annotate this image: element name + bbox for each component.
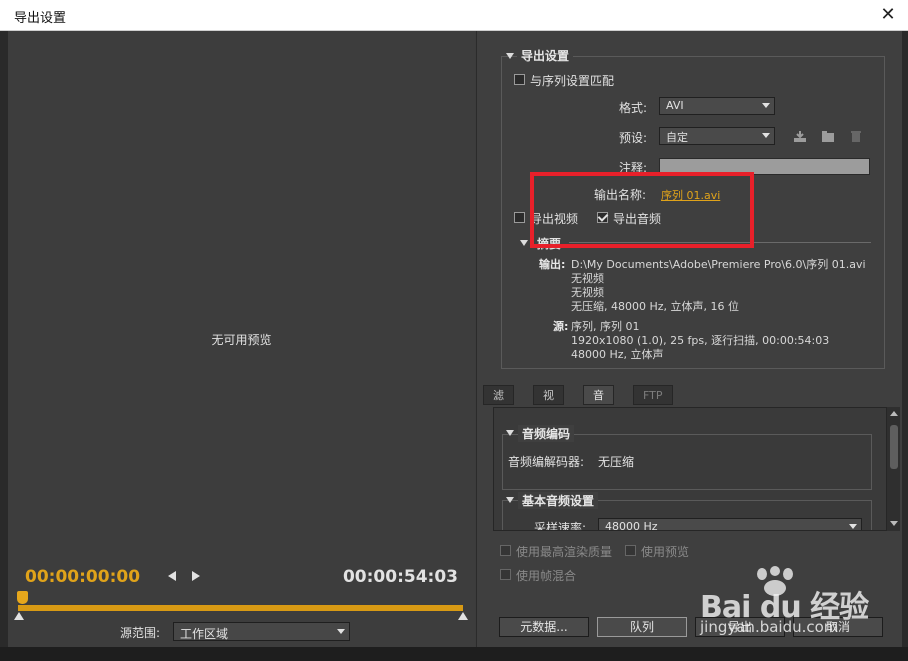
chevron-down-icon xyxy=(337,629,345,634)
export-settings-dialog: 导出设置 ✕ 无可用预览 00:00:00:00 00:00:54:03 源范围… xyxy=(0,0,908,661)
format-select[interactable]: AVI xyxy=(659,97,775,115)
audio-codec-value: 无压缩 xyxy=(598,455,635,469)
frame-blending-checkbox[interactable] xyxy=(500,569,511,580)
export-settings-title: 导出设置 xyxy=(517,47,574,64)
summary-output-line: D:\My Documents\Adobe\Premiere Pro\6.0\序… xyxy=(571,258,866,271)
summary-source-key: 源: xyxy=(553,320,569,333)
max-render-quality-label: 使用最高渲染质量 xyxy=(516,545,613,559)
frame-right xyxy=(902,31,908,661)
frame-blending-label: 使用帧混合 xyxy=(516,569,577,583)
no-preview-text: 无可用预览 xyxy=(211,333,272,347)
collapse-audio-codec-icon[interactable] xyxy=(506,430,514,436)
tab-audio[interactable]: 音频 xyxy=(583,385,614,421)
chevron-down-icon xyxy=(762,103,770,108)
scroll-up-icon[interactable] xyxy=(890,411,898,416)
set-out-point-icon[interactable] xyxy=(192,571,200,581)
audio-tab-panel: 音频编码 音频编解码器: 无压缩 基本音频设置 采样速率: 48000 Hz xyxy=(493,407,887,531)
preset-label: 预设: xyxy=(619,131,648,145)
baidu-watermark-url: jingyan.baidu.com xyxy=(700,618,839,636)
timecode-start[interactable]: 00:00:00:00 xyxy=(25,567,140,587)
playhead-handle[interactable] xyxy=(17,591,28,604)
audio-codec-label: 音频编解码器: xyxy=(508,455,585,469)
window-title: 导出设置 xyxy=(14,11,67,26)
title-bar: 导出设置 ✕ xyxy=(0,0,908,31)
export-video-checkbox[interactable] xyxy=(514,212,525,223)
match-sequence-checkbox[interactable] xyxy=(514,74,525,85)
scroll-thumb[interactable] xyxy=(890,425,898,469)
match-sequence-label: 与序列设置匹配 xyxy=(530,74,615,88)
preview-panel: 无可用预览 00:00:00:00 00:00:54:03 源范围: 工作区域 xyxy=(8,31,475,647)
close-icon[interactable]: ✕ xyxy=(868,0,908,31)
queue-button[interactable]: 队列 xyxy=(597,617,687,637)
source-range-value: 工作区域 xyxy=(180,627,229,641)
save-preset-icon[interactable] xyxy=(793,130,807,143)
use-previews-label: 使用预览 xyxy=(641,545,690,559)
source-range-label: 源范围: xyxy=(120,626,161,640)
collapse-summary-icon[interactable] xyxy=(520,240,528,246)
frame-left xyxy=(0,31,8,661)
frame-bottom xyxy=(0,647,908,661)
in-point-handle[interactable] xyxy=(14,612,24,620)
tab-panel-scrollbar[interactable] xyxy=(886,407,900,531)
summary-output-line: 无压缩, 48000 Hz, 立体声, 16 位 xyxy=(571,300,740,313)
basic-audio-title: 基本音频设置 xyxy=(518,492,599,509)
collapse-export-settings-icon[interactable] xyxy=(506,53,514,59)
delete-preset-icon xyxy=(851,131,861,142)
summary-output-key: 输出: xyxy=(539,258,566,271)
use-previews-checkbox[interactable] xyxy=(625,545,636,556)
scroll-down-icon[interactable] xyxy=(890,521,898,526)
summary-source-line: 48000 Hz, 立体声 xyxy=(571,348,664,361)
import-preset-icon[interactable] xyxy=(821,130,835,143)
tab-filters[interactable]: 滤镜 xyxy=(483,385,514,421)
audio-codec-title: 音频编码 xyxy=(518,425,575,442)
collapse-basic-audio-icon[interactable] xyxy=(506,497,514,503)
sample-rate-select[interactable]: 48000 Hz xyxy=(598,518,862,531)
chevron-down-icon xyxy=(849,524,857,529)
tab-ftp[interactable]: FTP xyxy=(633,385,673,405)
preset-select[interactable]: 自定 xyxy=(659,127,775,145)
chevron-down-icon xyxy=(762,133,770,138)
format-value: AVI xyxy=(666,99,684,112)
set-in-point-icon[interactable] xyxy=(168,571,176,581)
sample-rate-value: 48000 Hz xyxy=(605,520,658,531)
source-range-select[interactable]: 工作区域 xyxy=(173,622,350,641)
highlight-annotation-box xyxy=(530,172,754,248)
out-point-handle[interactable] xyxy=(458,612,468,620)
timeline-bar[interactable] xyxy=(18,605,463,611)
format-label: 格式: xyxy=(619,101,648,115)
preset-value: 自定 xyxy=(666,131,688,144)
sample-rate-label: 采样速率: xyxy=(534,521,587,531)
max-render-quality-checkbox[interactable] xyxy=(500,545,511,556)
tab-video[interactable]: 视频 xyxy=(533,385,564,421)
metadata-button[interactable]: 元数据... xyxy=(499,617,589,637)
timecode-end: 00:00:54:03 xyxy=(342,567,458,587)
settings-panel: 导出设置 与序列设置匹配 格式: AVI 预设: 自定 注释: 输出名称: 序列… xyxy=(476,31,902,647)
